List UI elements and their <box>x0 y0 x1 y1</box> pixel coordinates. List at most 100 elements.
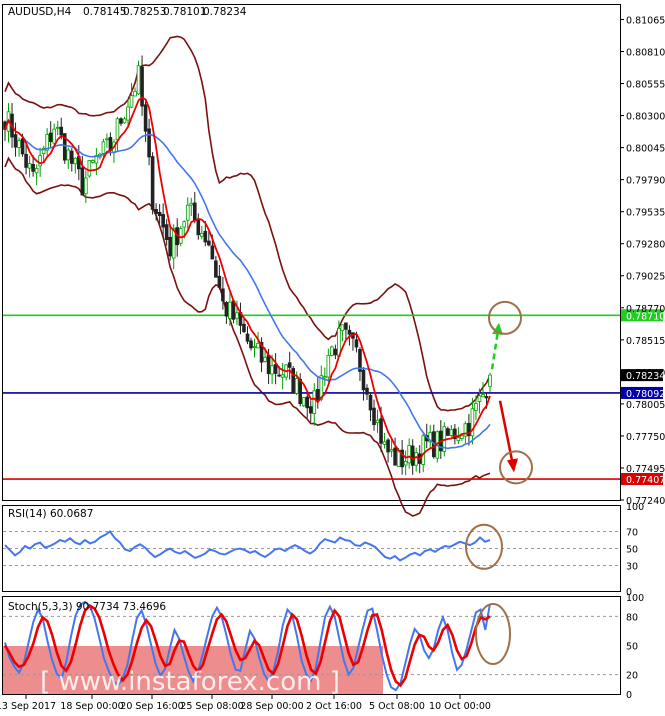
candle-body <box>396 450 401 467</box>
rsi-tick-label: 50 <box>626 545 638 556</box>
candle-body <box>129 95 134 108</box>
candle-body <box>200 232 204 237</box>
x-tick-label: 13 Sep 2017 <box>0 701 56 712</box>
current-price-label: 0.78234 <box>626 371 665 382</box>
candle-body <box>460 435 464 440</box>
rsi-tick-label: 70 <box>626 528 638 539</box>
candle-body <box>484 396 489 399</box>
candle-body <box>294 378 299 394</box>
y-tick-label: 0.80045 <box>626 144 665 155</box>
candle-body <box>344 322 348 330</box>
candle-body <box>266 354 271 375</box>
candle-body <box>136 65 141 95</box>
candle-body <box>389 449 394 452</box>
candle-body <box>34 167 39 174</box>
rsi-tick-label: 100 <box>626 502 644 513</box>
candle-body <box>31 163 35 172</box>
candle-body <box>147 128 151 158</box>
x-tick-label: 25 Sep 08:00 <box>180 701 243 712</box>
time-axis: 13 Sep 2017 18 Sep 00:0020 Sep 16:0025 Se… <box>0 695 491 712</box>
main-panel-frame <box>2 4 621 501</box>
candle-body <box>80 167 85 196</box>
main-header-open: 0.78145 <box>83 6 126 18</box>
candle-body <box>192 202 197 221</box>
main-header-high: 0.78253 <box>123 6 166 18</box>
candle-body <box>410 445 415 466</box>
candle-body <box>38 155 42 167</box>
candle-body <box>273 364 278 374</box>
candle-body <box>298 378 303 405</box>
y-tick-label: 0.80300 <box>626 112 665 123</box>
candle-body <box>414 452 418 466</box>
candle-body <box>368 394 373 411</box>
candle-body <box>446 428 450 436</box>
y-tick-label: 0.80555 <box>626 80 665 91</box>
stoch-tick-label: 50 <box>626 642 638 653</box>
candle-body <box>73 157 78 165</box>
stoch-tick-label: 80 <box>626 612 638 623</box>
candle-body <box>221 288 225 302</box>
candle-body <box>24 153 28 168</box>
y-tick-label: 0.78515 <box>626 336 665 347</box>
candle-body <box>214 260 218 278</box>
main-header-low: 0.78101 <box>163 6 206 18</box>
candle-body <box>308 406 313 414</box>
candle-body <box>182 221 187 228</box>
x-tick-label: 5 Oct 08:00 <box>369 701 425 712</box>
candle-body <box>196 218 201 236</box>
candle-body <box>379 418 383 444</box>
main-header-close: 0.78234 <box>203 6 247 18</box>
main-y-axis: 0.787100.780920.774070.810650.808100.805… <box>620 15 665 507</box>
candle-body <box>354 339 359 348</box>
candle-body <box>168 236 172 257</box>
y-tick-label: 0.79790 <box>626 176 665 187</box>
candle-body <box>375 419 380 424</box>
candle-body <box>87 159 92 177</box>
rsi-header: RSI(14) 60.0687 <box>8 508 93 520</box>
candle-body <box>263 356 267 362</box>
candle-body <box>161 214 165 228</box>
candle-body <box>203 230 208 243</box>
candle-body <box>421 435 426 465</box>
candle-body <box>207 240 211 246</box>
main-header-symbol: AUDUSD,H4 <box>8 6 72 18</box>
rsi-tick-label: 30 <box>626 562 638 573</box>
stoch-header: Stoch(5,3,3) 90.7734 73.4696 <box>8 601 166 613</box>
candle-body <box>315 389 320 401</box>
candle-body <box>312 390 317 415</box>
y-tick-label: 0.79025 <box>626 272 665 283</box>
candle-body <box>365 387 369 395</box>
candle-body <box>287 362 292 368</box>
candle-body <box>52 128 57 144</box>
candle-body <box>407 445 411 464</box>
candle-body <box>372 407 376 425</box>
level-label-1: 0.78092 <box>626 389 665 400</box>
candle-body <box>84 177 88 195</box>
candle-body <box>154 209 158 214</box>
candle-body <box>477 395 482 402</box>
candle-body <box>333 348 338 356</box>
candle-body <box>393 447 397 466</box>
stoch-y-axis: 100 80 50 20 0 <box>626 593 644 701</box>
candle-body <box>69 150 74 164</box>
level-label-2: 0.77407 <box>626 475 665 486</box>
y-tick-label: 0.77750 <box>626 432 665 443</box>
candle-body <box>13 134 18 148</box>
candle-body <box>140 66 144 107</box>
candle-body <box>91 160 95 163</box>
candle-body <box>235 312 239 319</box>
candle-body <box>59 126 64 136</box>
candle-body <box>126 106 130 121</box>
x-tick-label: 20 Sep 16:00 <box>120 701 183 712</box>
candle-body <box>386 439 390 453</box>
candle-body <box>323 376 327 379</box>
candle-body <box>330 346 334 356</box>
y-tick-label: 0.78770 <box>626 304 665 315</box>
stoch-tick-label: 20 <box>626 671 638 682</box>
candle-body <box>242 323 246 333</box>
candle-body <box>249 340 253 349</box>
candle-body <box>270 365 274 375</box>
candle-body <box>189 202 194 206</box>
candle-body <box>185 204 190 221</box>
candle-body <box>256 342 260 349</box>
